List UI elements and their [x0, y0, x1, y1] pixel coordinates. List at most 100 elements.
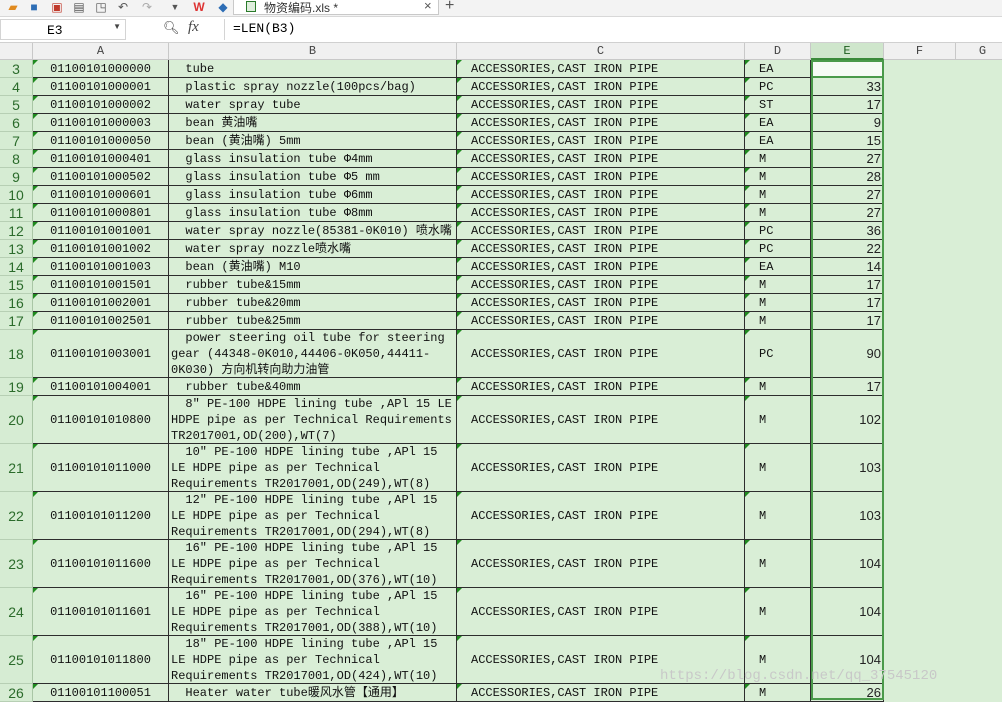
cell-b25[interactable]: 18″ PE-100 HDPE lining tube ,APl 15 LE H… — [169, 636, 457, 684]
cell-a20[interactable]: 01100101010800 — [33, 396, 169, 444]
cell-d16[interactable]: M — [745, 294, 811, 312]
cell-c17[interactable]: ACCESSORIES,CAST IRON PIPE — [457, 312, 745, 330]
column-header-a[interactable]: A — [33, 43, 169, 60]
cell-e9[interactable]: 28 — [811, 168, 884, 186]
cell-d8[interactable]: M — [745, 150, 811, 168]
row-header-7[interactable]: 7 — [0, 132, 33, 150]
cell-c11[interactable]: ACCESSORIES,CAST IRON PIPE — [457, 204, 745, 222]
empty-cells-fg[interactable] — [884, 240, 1002, 258]
cell-b24[interactable]: 16″ PE-100 HDPE lining tube ,APl 15 LE H… — [169, 588, 457, 636]
empty-cells-fg[interactable] — [884, 444, 1002, 492]
row-header-5[interactable]: 5 — [0, 96, 33, 114]
cell-b3[interactable]: tube — [169, 60, 457, 78]
cell-b23[interactable]: 16″ PE-100 HDPE lining tube ,APl 15 LE H… — [169, 540, 457, 588]
cell-a7[interactable]: 01100101000050 — [33, 132, 169, 150]
empty-cells-fg[interactable] — [884, 78, 1002, 96]
print-preview-icon[interactable]: ◳ — [94, 0, 108, 14]
cell-c26[interactable]: ACCESSORIES,CAST IRON PIPE — [457, 684, 745, 702]
formula-input[interactable]: =LEN(B3) — [224, 19, 1002, 40]
select-all-corner[interactable] — [0, 43, 33, 60]
cell-d13[interactable]: PC — [745, 240, 811, 258]
row-header-19[interactable]: 19 — [0, 378, 33, 396]
cell-c18[interactable]: ACCESSORIES,CAST IRON PIPE — [457, 330, 745, 378]
cell-b6[interactable]: bean 黄油嘴 — [169, 114, 457, 132]
cell-d5[interactable]: ST — [745, 96, 811, 114]
cell-d15[interactable]: M — [745, 276, 811, 294]
cell-b18[interactable]: power steering oil tube for steering gea… — [169, 330, 457, 378]
empty-cells-fg[interactable] — [884, 60, 1002, 78]
row-header-6[interactable]: 6 — [0, 114, 33, 132]
cell-e24[interactable]: 104 — [811, 588, 884, 636]
cell-c15[interactable]: ACCESSORIES,CAST IRON PIPE — [457, 276, 745, 294]
cell-d21[interactable]: M — [745, 444, 811, 492]
row-header-9[interactable]: 9 — [0, 168, 33, 186]
cell-e6[interactable]: 9 — [811, 114, 884, 132]
print-icon[interactable]: ▣ — [50, 0, 64, 14]
cell-c12[interactable]: ACCESSORIES,CAST IRON PIPE — [457, 222, 745, 240]
column-header-b[interactable]: B — [169, 43, 457, 60]
cell-d4[interactable]: PC — [745, 78, 811, 96]
cell-e19[interactable]: 17 — [811, 378, 884, 396]
cell-c19[interactable]: ACCESSORIES,CAST IRON PIPE — [457, 378, 745, 396]
empty-cells-fg[interactable] — [884, 588, 1002, 636]
row-header-26[interactable]: 26 — [0, 684, 33, 702]
row-header-24[interactable]: 24 — [0, 588, 33, 636]
cell-e11[interactable]: 27 — [811, 204, 884, 222]
cell-c24[interactable]: ACCESSORIES,CAST IRON PIPE — [457, 588, 745, 636]
empty-cells-fg[interactable] — [884, 96, 1002, 114]
cell-a14[interactable]: 01100101001003 — [33, 258, 169, 276]
cell-b11[interactable]: glass insulation tube Φ8mm — [169, 204, 457, 222]
cell-b26[interactable]: Heater water tube暖风水管【通用】 — [169, 684, 457, 702]
column-header-d[interactable]: D — [745, 43, 811, 60]
cell-c20[interactable]: ACCESSORIES,CAST IRON PIPE — [457, 396, 745, 444]
cell-d22[interactable]: M — [745, 492, 811, 540]
row-header-4[interactable]: 4 — [0, 78, 33, 96]
cell-e4[interactable]: 33 — [811, 78, 884, 96]
cell-b22[interactable]: 12″ PE-100 HDPE lining tube ,APl 15 LE H… — [169, 492, 457, 540]
zoom-search-icon[interactable]: 🔍︎ — [163, 20, 180, 36]
cell-a22[interactable]: 01100101011200 — [33, 492, 169, 540]
cell-c21[interactable]: ACCESSORIES,CAST IRON PIPE — [457, 444, 745, 492]
cell-b20[interactable]: 8″ PE-100 HDPE lining tube ,APl 15 LE HD… — [169, 396, 457, 444]
cell-c5[interactable]: ACCESSORIES,CAST IRON PIPE — [457, 96, 745, 114]
cell-b15[interactable]: rubber tube&15mm — [169, 276, 457, 294]
cell-b14[interactable]: bean (黄油嘴) M10 — [169, 258, 457, 276]
cell-d11[interactable]: M — [745, 204, 811, 222]
row-header-16[interactable]: 16 — [0, 294, 33, 312]
cell-b9[interactable]: glass insulation tube Φ5 mm — [169, 168, 457, 186]
empty-cells-fg[interactable] — [884, 132, 1002, 150]
cell-e17[interactable]: 17 — [811, 312, 884, 330]
empty-cells-fg[interactable] — [884, 222, 1002, 240]
export-icon[interactable]: ▤ — [72, 0, 86, 14]
row-header-20[interactable]: 20 — [0, 396, 33, 444]
cell-a8[interactable]: 01100101000401 — [33, 150, 169, 168]
cell-e26[interactable]: 26 — [811, 684, 884, 702]
cell-d24[interactable]: M — [745, 588, 811, 636]
cell-d7[interactable]: EA — [745, 132, 811, 150]
cloud-icon[interactable]: ◆ — [216, 0, 230, 14]
cell-c9[interactable]: ACCESSORIES,CAST IRON PIPE — [457, 168, 745, 186]
cell-d20[interactable]: M — [745, 396, 811, 444]
cell-e3[interactable]: 5 — [811, 60, 884, 78]
empty-cells-fg[interactable] — [884, 378, 1002, 396]
empty-cells-fg[interactable] — [884, 276, 1002, 294]
cell-e23[interactable]: 104 — [811, 540, 884, 588]
row-header-10[interactable]: 10 — [0, 186, 33, 204]
cell-a5[interactable]: 01100101000002 — [33, 96, 169, 114]
cell-a26[interactable]: 01100101100051 — [33, 684, 169, 702]
cell-a6[interactable]: 01100101000003 — [33, 114, 169, 132]
cell-a23[interactable]: 01100101011600 — [33, 540, 169, 588]
column-header-g[interactable]: G — [956, 43, 1002, 60]
cell-b19[interactable]: rubber tube&40mm — [169, 378, 457, 396]
empty-cells-fg[interactable] — [884, 492, 1002, 540]
cell-a3[interactable]: 01100101000000 — [33, 60, 169, 78]
cell-e20[interactable]: 102 — [811, 396, 884, 444]
save-icon[interactable]: ■ — [27, 0, 41, 14]
cell-d17[interactable]: M — [745, 312, 811, 330]
cell-e7[interactable]: 15 — [811, 132, 884, 150]
cell-e18[interactable]: 90 — [811, 330, 884, 378]
cell-d14[interactable]: EA — [745, 258, 811, 276]
name-box[interactable]: E3 ▼ — [0, 19, 126, 40]
cell-e8[interactable]: 27 — [811, 150, 884, 168]
cell-e22[interactable]: 103 — [811, 492, 884, 540]
